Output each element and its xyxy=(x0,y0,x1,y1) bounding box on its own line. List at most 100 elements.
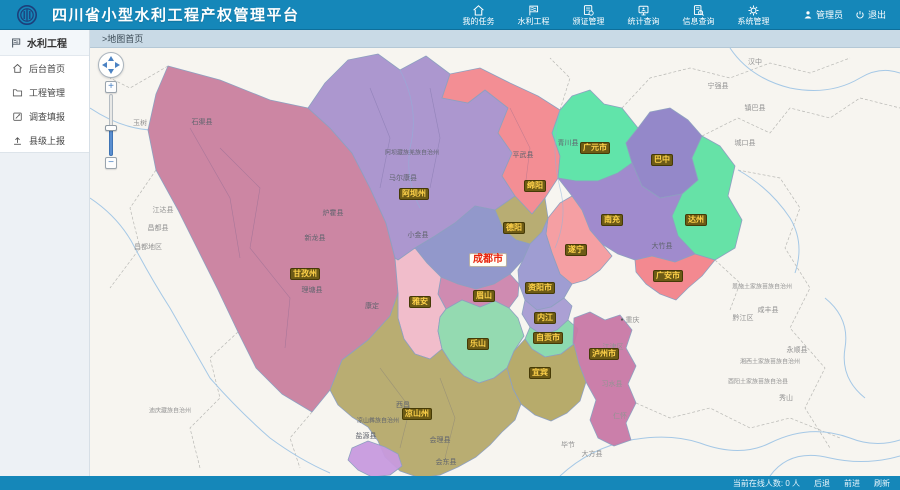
map-label-眉山[interactable]: 眉山 xyxy=(473,290,495,302)
county-label: 盐源县 xyxy=(356,431,377,441)
county-label: 大方县 xyxy=(582,449,603,459)
app-logo xyxy=(12,0,42,30)
map-label-内江[interactable]: 内江 xyxy=(534,312,556,324)
map-label-资阳市[interactable]: 资阳市 xyxy=(525,282,555,294)
map-label-泸州市[interactable]: 泸州市 xyxy=(589,348,619,360)
county-label: 理塘县 xyxy=(302,285,323,295)
county-label: 宁强县 xyxy=(708,81,729,91)
county-label: 新龙县 xyxy=(305,233,326,243)
zoom-slider[interactable]: + − xyxy=(105,81,117,171)
county-label: 阿坝藏族羌族自治州 xyxy=(385,148,439,157)
county-label: 秀山 xyxy=(779,393,793,403)
map-label-绵阳[interactable]: 绵阳 xyxy=(524,180,546,192)
map-label-德阳[interactable]: 德阳 xyxy=(503,222,525,234)
map-label-成都市[interactable]: 成都市 xyxy=(469,253,507,267)
sidebar: 水利工程 后台首页工程管理调查填报县级上报 xyxy=(0,30,90,476)
map-label-广安市[interactable]: 广安市 xyxy=(653,270,683,282)
county-label: 会东县 xyxy=(436,457,457,467)
status-bar: 当前在线人数: 0 人 后退 前进 刷新 xyxy=(0,476,900,490)
home-icon xyxy=(472,4,485,17)
county-label: 昌都地区 xyxy=(134,242,162,252)
county-label: 石渠县 xyxy=(192,117,213,127)
edit-icon xyxy=(12,111,23,122)
logout-label: 退出 xyxy=(868,8,886,21)
river-line xyxy=(730,48,900,90)
water-module-icon xyxy=(10,37,22,49)
region-广元市[interactable] xyxy=(552,90,638,181)
map-pan-control[interactable] xyxy=(98,52,124,78)
map-label-遂宁[interactable]: 遂宁 xyxy=(565,244,587,256)
sidebar-module-title: 水利工程 xyxy=(27,35,67,50)
nav-item-4[interactable]: 统计查询 xyxy=(616,0,671,30)
certificate-icon xyxy=(582,4,595,17)
pan-left-button[interactable] xyxy=(102,62,107,68)
nav-item-6[interactable]: 系统管理 xyxy=(726,0,781,30)
county-label: 马尔康县 xyxy=(389,173,417,183)
county-label: 镇巴县 xyxy=(745,103,766,113)
power-icon xyxy=(855,10,865,20)
map-label-达州[interactable]: 达州 xyxy=(685,214,707,226)
map-label-阿坝州[interactable]: 阿坝州 xyxy=(399,188,429,200)
user-menu[interactable]: 管理员 xyxy=(799,6,847,23)
sidebar-item-1[interactable]: 后台首页 xyxy=(0,56,89,80)
river-line xyxy=(770,455,900,476)
zoom-in-button[interactable]: + xyxy=(105,81,117,93)
county-label: 咸丰县 xyxy=(758,305,779,315)
county-label: 凉山彝族自治州 xyxy=(357,416,399,425)
county-label: 玉树 xyxy=(133,118,147,128)
river-line xyxy=(738,170,799,273)
logout-button[interactable]: 退出 xyxy=(851,6,890,23)
map-label-南充[interactable]: 南充 xyxy=(601,214,623,226)
pan-down-button[interactable] xyxy=(108,69,114,74)
pan-right-button[interactable] xyxy=(115,62,120,68)
nav-item-3[interactable]: 颁证管理 xyxy=(561,0,616,30)
map-label-雅安[interactable]: 雅安 xyxy=(409,296,431,308)
upload-icon xyxy=(12,135,23,146)
header-nav: 我的任务 水利工程颁证管理统计查询信息查询系统管理 xyxy=(451,0,781,30)
nav-item-2[interactable]: 水利工程 xyxy=(506,0,561,30)
app-header: 四川省小型水利工程产权管理平台 我的任务 水利工程颁证管理统计查询信息查询系统管理… xyxy=(0,0,900,30)
map-label-凉山州[interactable]: 凉山州 xyxy=(402,408,432,420)
sidebar-module-header[interactable]: 水利工程 xyxy=(0,30,89,56)
map-label-甘孜州[interactable]: 甘孜州 xyxy=(290,268,320,280)
status-link-1[interactable]: 后退 xyxy=(814,479,830,488)
sidebar-item-3[interactable]: 调查填报 xyxy=(0,104,89,128)
county-label: 毕节 xyxy=(561,440,575,450)
sidebar-item-2[interactable]: 工程管理 xyxy=(0,80,89,104)
map-label-乐山[interactable]: 乐山 xyxy=(467,338,489,350)
nav-item-1[interactable]: 我的任务 xyxy=(451,0,506,30)
county-label: 习水县 xyxy=(602,379,623,389)
page-title: 四川省小型水利工程产权管理平台 xyxy=(52,4,300,25)
user-icon xyxy=(803,10,813,20)
county-label: 湘西土家族苗族自治州 xyxy=(740,357,800,366)
county-label: 康定 xyxy=(365,301,379,311)
outside-boundary-line xyxy=(290,412,312,468)
nav-item-5[interactable]: 信息查询 xyxy=(671,0,726,30)
county-label: 昌都县 xyxy=(148,223,169,233)
pan-up-button[interactable] xyxy=(108,56,114,61)
water-project-icon xyxy=(527,4,540,17)
status-link-2[interactable]: 前进 xyxy=(844,479,860,488)
map-label-自贡市[interactable]: 自贡市 xyxy=(533,332,563,344)
outside-boundary-line xyxy=(622,58,850,108)
online-count-text: 当前在线人数: 0 人 xyxy=(733,478,800,489)
status-link-3[interactable]: 刷新 xyxy=(874,479,890,488)
sidebar-item-4[interactable]: 县级上报 xyxy=(0,128,89,152)
nav-item-label: 我的任务 xyxy=(462,18,494,26)
map-label-巴中[interactable]: 巴中 xyxy=(651,154,673,166)
county-label: 黔江区 xyxy=(733,313,754,323)
zoom-slider-fill xyxy=(109,129,113,156)
map-label-宜宾[interactable]: 宜宾 xyxy=(529,367,551,379)
map-label-广元市[interactable]: 广元市 xyxy=(580,142,610,154)
zoom-out-button[interactable]: − xyxy=(105,157,117,169)
folder-icon xyxy=(12,87,23,98)
map-canvas[interactable]: 甘孜州 阿坝州 绵阳 广元市巴中达州 南充遂宁广安市 德阳成都市资阳市眉山雅安乐山 内江自贡… xyxy=(90,48,900,476)
outside-boundary-line xyxy=(702,98,900,136)
outside-boundary-line xyxy=(636,403,840,438)
county-label: 城口县 xyxy=(735,138,756,148)
sidebar-menu: 水利工程 后台首页工程管理调查填报县级上报 xyxy=(0,30,89,153)
home-sm-icon xyxy=(12,63,23,74)
zoom-slider-handle[interactable] xyxy=(105,125,117,131)
outside-boundary-line xyxy=(738,170,830,448)
county-label: 平武县 xyxy=(513,150,534,160)
